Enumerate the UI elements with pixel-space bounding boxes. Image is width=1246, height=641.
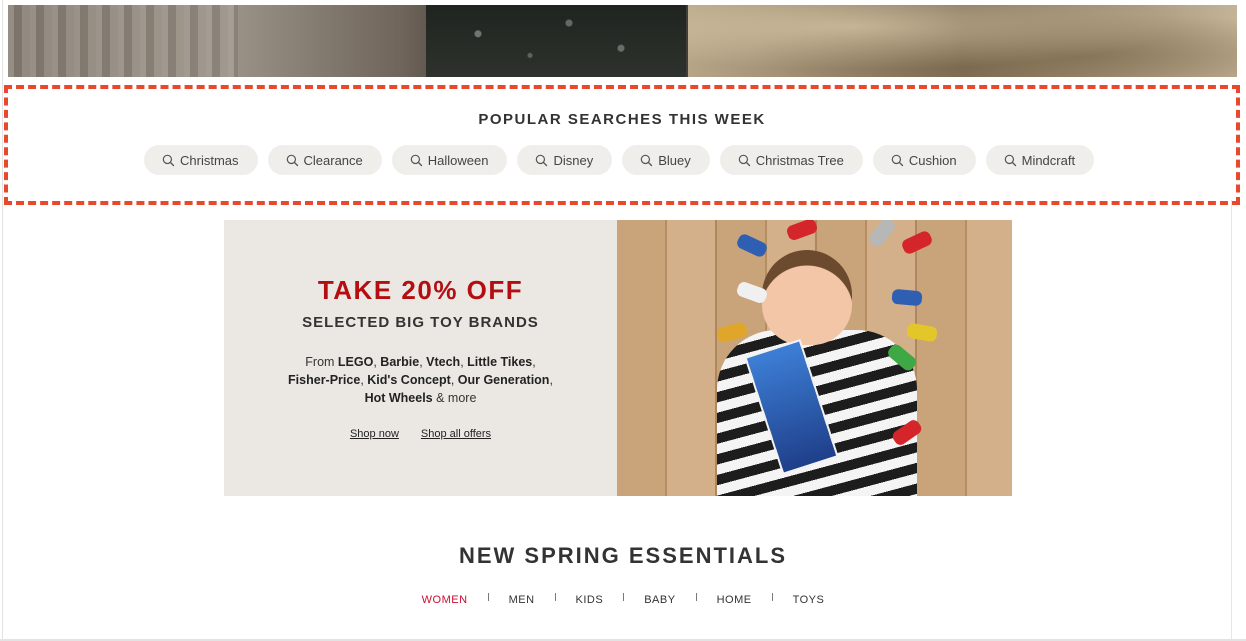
search-chip[interactable]: Christmas Tree [719, 145, 863, 175]
search-chip-label: Bluey [658, 152, 691, 168]
search-icon [536, 154, 548, 166]
spring-essentials-heading: NEW SPRING ESSENTIALS [458, 543, 788, 568]
promo-body-suffix: & more [432, 391, 477, 405]
promo-subtitle: SELECTED BIG TOY BRANDS [302, 314, 539, 331]
brand-name: Vtech [426, 355, 461, 369]
search-chip[interactable]: Halloween [391, 145, 508, 175]
popular-searches-title: POPULAR SEARCHES THIS WEEK [478, 111, 766, 128]
spring-category-tabs: WOMEN MEN KIDS BABY HOME TOYS [0, 593, 1246, 606]
search-icon [891, 154, 904, 166]
toy-car-image [785, 220, 819, 242]
brand-name: Kid's Concept [367, 373, 451, 387]
tab-men[interactable]: MEN [489, 594, 555, 606]
hero-decor-image [688, 5, 1237, 77]
search-icon [286, 154, 298, 166]
search-chip-label: Halloween [427, 152, 489, 168]
search-icon [640, 154, 653, 166]
popular-searches-section: POPULAR SEARCHES THIS WEEK Christmas Cle… [4, 85, 1240, 205]
page: POPULAR SEARCHES THIS WEEK Christmas Cle… [0, 0, 1246, 641]
tab-baby[interactable]: BABY [624, 594, 695, 606]
promo-text-panel: TAKE 20% OFF SELECTED BIG TOY BRANDS Fro… [224, 220, 617, 496]
toy-car-image [866, 220, 898, 249]
toy-car-image [891, 288, 923, 307]
page-border-right [1231, 200, 1232, 641]
shop-all-offers-link[interactable]: Shop all offers [421, 428, 491, 440]
search-icon [410, 154, 423, 166]
search-chip[interactable]: Cushion [872, 145, 976, 175]
search-icon [162, 154, 175, 166]
hero-christmas-tree-image [426, 5, 686, 77]
boy-face-image [762, 250, 852, 345]
promo-body-prefix: From [305, 355, 338, 369]
search-chip-label: Cushion [908, 152, 957, 168]
search-chip[interactable]: Mindcraft [985, 145, 1095, 175]
tab-kids[interactable]: KIDS [556, 594, 624, 606]
brand-name: LEGO [337, 355, 374, 369]
brand-name: Our Generation [457, 373, 550, 387]
toy-car-image [735, 232, 769, 259]
promo-kid-with-toy-cars-image [617, 220, 1012, 496]
promo-links: Shop now Shop all offers [224, 428, 617, 440]
search-chip-label: Clearance [303, 152, 363, 168]
brand-name: Little Tikes [467, 355, 533, 369]
shop-now-link[interactable]: Shop now [350, 428, 399, 440]
toy-car-image [905, 322, 939, 343]
promo-title: TAKE 20% OFF [317, 275, 524, 305]
toy-car-image [900, 229, 934, 256]
search-chip-label: Christmas Tree [755, 152, 844, 168]
promo-description: From LEGO, Barbie, Vtech, Little Tikes, … [288, 355, 553, 405]
brand-name: Barbie [380, 355, 420, 369]
tab-toys[interactable]: TOYS [773, 594, 845, 606]
search-icon [738, 154, 751, 166]
tab-home[interactable]: HOME [697, 594, 772, 606]
toy-promo-banner[interactable]: TAKE 20% OFF SELECTED BIG TOY BRANDS Fro… [224, 220, 1012, 496]
search-chip-label: Disney [553, 152, 594, 168]
search-chip[interactable]: Disney [517, 145, 613, 175]
hero-banner-image[interactable] [8, 5, 1237, 77]
brand-name: Hot Wheels [364, 391, 433, 405]
search-chip-label: Christmas [180, 152, 239, 168]
search-icon [1004, 154, 1016, 166]
search-chip-label: Mindcraft [1021, 152, 1076, 168]
tab-women[interactable]: WOMEN [402, 594, 488, 606]
popular-searches-chips: Christmas Clearance Halloween Disney Blu… [144, 145, 1095, 175]
search-chip[interactable]: Clearance [267, 145, 382, 175]
search-chip[interactable]: Christmas [144, 145, 258, 175]
brand-name: Fisher-Price [288, 373, 361, 387]
hero-curtain-image [8, 5, 238, 77]
search-chip[interactable]: Bluey [622, 145, 710, 175]
